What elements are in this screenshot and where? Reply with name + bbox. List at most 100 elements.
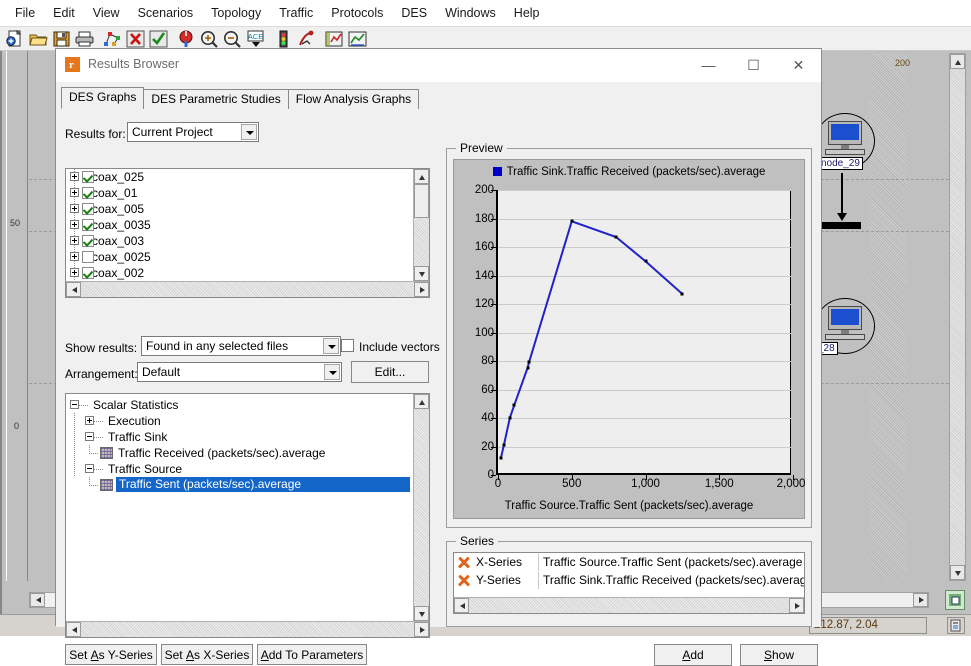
set-as-y-series-button[interactable]: Set As Y-Series <box>65 644 157 665</box>
series-row-y[interactable]: Y-Series Traffic Sink.Traffic Received (… <box>454 571 804 589</box>
scroll-down-button[interactable] <box>950 565 965 580</box>
scroll-up-button[interactable] <box>414 394 429 409</box>
file-checkbox[interactable] <box>82 219 94 231</box>
show-results-combo[interactable]: Found in any selected files <box>141 336 341 356</box>
scroll-up-button[interactable] <box>950 54 965 69</box>
file-list-item[interactable]: coax_01 <box>66 185 413 201</box>
location-pin-icon[interactable] <box>176 29 197 49</box>
tree-item-traffic-received[interactable]: Traffic Received (packets/sec).average <box>66 445 413 461</box>
tab-flow-analysis-graphs[interactable]: Flow Analysis Graphs <box>287 89 420 109</box>
file-list-vertical-scrollbar[interactable] <box>413 169 429 281</box>
file-list-item[interactable]: coax_002 <box>66 265 413 281</box>
file-list-horizontal-scrollbar[interactable] <box>66 281 429 297</box>
collapse-minus-icon[interactable] <box>85 432 94 441</box>
menu-item-windows[interactable]: Windows <box>436 3 505 23</box>
menu-item-edit[interactable]: Edit <box>44 3 84 23</box>
add-button[interactable]: Add <box>654 644 732 666</box>
arrangement-edit-button[interactable]: Edit... <box>351 361 429 383</box>
zoom-out-icon[interactable] <box>222 29 243 49</box>
scroll-left-button[interactable] <box>454 598 469 613</box>
remove-x-icon[interactable] <box>455 554 472 570</box>
results-for-combo[interactable]: Current Project <box>127 122 259 142</box>
tree-horizontal-scrollbar[interactable] <box>66 621 429 637</box>
file-list-item[interactable]: coax_005 <box>66 201 413 217</box>
tree-item-scalar-statistics[interactable]: Scalar Statistics <box>66 397 413 413</box>
scroll-up-button[interactable] <box>414 169 429 184</box>
scroll-down-button[interactable] <box>414 606 429 621</box>
new-document-icon[interactable] <box>5 29 26 49</box>
tree-item-traffic-sent[interactable]: Traffic Sent (packets/sec).average <box>66 477 413 493</box>
tab-des-graphs[interactable]: DES Graphs <box>61 87 145 109</box>
menu-item-traffic[interactable]: Traffic <box>270 3 322 23</box>
expand-plus-icon[interactable] <box>70 268 79 277</box>
file-list-item[interactable]: coax_025 <box>66 169 413 185</box>
scroll-right-button[interactable] <box>913 593 928 607</box>
add-to-parameters-button[interactable]: Add To Parameters <box>257 644 367 665</box>
show-button[interactable]: Show <box>740 644 818 666</box>
set-as-x-series-button[interactable]: Set As X-Series <box>161 644 253 665</box>
menu-item-file[interactable]: File <box>6 3 44 23</box>
file-checkbox[interactable] <box>82 235 94 247</box>
scroll-down-button[interactable] <box>414 266 429 281</box>
scrollbar-track[interactable] <box>81 622 414 637</box>
expand-plus-icon[interactable] <box>70 204 79 213</box>
file-checkbox[interactable] <box>82 251 94 263</box>
print-icon[interactable] <box>74 29 95 49</box>
minimize-button[interactable]: — <box>686 49 731 81</box>
menu-item-des[interactable]: DES <box>392 3 436 23</box>
expand-plus-icon[interactable] <box>70 172 79 181</box>
scroll-left-button[interactable] <box>66 282 81 297</box>
scroll-right-button[interactable] <box>789 598 804 613</box>
chevron-down-icon[interactable] <box>241 124 257 140</box>
traffic-light-icon[interactable] <box>273 29 294 49</box>
expand-plus-icon[interactable] <box>70 220 79 229</box>
scrollbar-thumb[interactable] <box>414 184 429 218</box>
statistics-tree[interactable]: Scalar Statistics Execution Traffic Sink <box>65 393 430 638</box>
expand-plus-icon[interactable] <box>85 416 94 425</box>
file-list-item[interactable]: coax_0035 <box>66 217 413 233</box>
open-folder-icon[interactable] <box>28 29 49 49</box>
results-file-list[interactable]: coax_025 coax_01 coax_005 coax_0035 coax… <box>65 168 430 298</box>
scroll-right-button[interactable] <box>414 622 429 637</box>
scroll-right-button[interactable] <box>414 282 429 297</box>
menu-item-help[interactable]: Help <box>505 3 549 23</box>
expand-plus-icon[interactable] <box>70 236 79 245</box>
file-checkbox[interactable] <box>82 187 94 199</box>
scrollbar-track[interactable] <box>950 69 965 565</box>
scrollbar-track[interactable] <box>414 409 429 606</box>
include-vectors-checkbox[interactable] <box>341 339 354 352</box>
series-list[interactable]: X-Series Traffic Source.Traffic Sent (pa… <box>453 552 805 614</box>
capture-icon[interactable] <box>947 617 965 634</box>
scrollbar-track[interactable] <box>414 218 429 266</box>
remove-x-icon[interactable] <box>455 572 472 588</box>
zoom-in-icon[interactable] <box>199 29 220 49</box>
collapse-minus-icon[interactable] <box>85 464 94 473</box>
view-graph-icon[interactable] <box>347 29 368 49</box>
tree-item-traffic-sink[interactable]: Traffic Sink <box>66 429 413 445</box>
menu-item-protocols[interactable]: Protocols <box>322 3 392 23</box>
file-checkbox[interactable] <box>82 203 94 215</box>
scroll-left-button[interactable] <box>66 622 81 637</box>
expand-plus-icon[interactable] <box>70 188 79 197</box>
topology-icon[interactable] <box>102 29 123 49</box>
tab-des-parametric-studies[interactable]: DES Parametric Studies <box>143 89 289 109</box>
menu-item-scenarios[interactable]: Scenarios <box>129 3 203 23</box>
file-list-item[interactable]: coax_003 <box>66 233 413 249</box>
tree-item-traffic-source[interactable]: Traffic Source <box>66 461 413 477</box>
expand-plus-icon[interactable] <box>70 252 79 261</box>
tree-vertical-scrollbar[interactable] <box>413 394 429 621</box>
editor-vertical-scrollbar[interactable] <box>949 53 966 581</box>
delete-x-icon[interactable] <box>125 29 146 49</box>
preview-chart[interactable]: Traffic Sink.Traffic Received (packets/s… <box>453 159 805 519</box>
scroll-left-button[interactable] <box>30 593 45 607</box>
tree-item-execution[interactable]: Execution <box>66 413 413 429</box>
chevron-down-icon[interactable] <box>324 364 340 380</box>
scrollbar-track[interactable] <box>469 598 789 613</box>
menu-item-view[interactable]: View <box>84 3 129 23</box>
editor-corner-button[interactable] <box>945 590 965 610</box>
view-results-icon[interactable] <box>324 29 345 49</box>
series-horizontal-scrollbar[interactable] <box>454 597 804 613</box>
save-icon[interactable] <box>51 29 72 49</box>
verify-check-icon[interactable] <box>148 29 169 49</box>
file-checkbox[interactable] <box>82 171 94 183</box>
